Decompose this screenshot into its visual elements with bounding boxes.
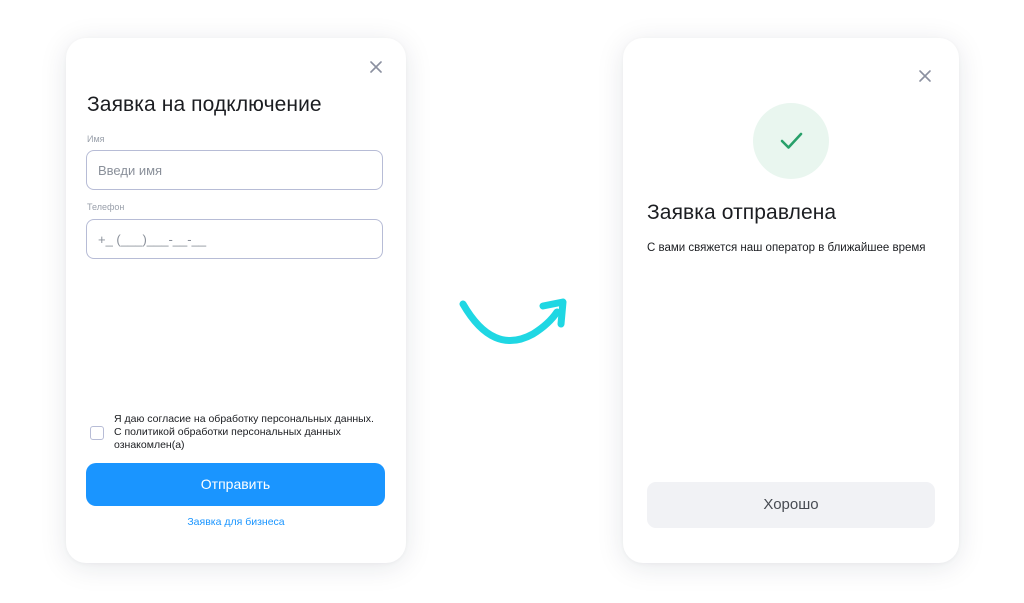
form-title: Заявка на подключение	[87, 93, 322, 116]
request-form-card: Заявка на подключение Имя Телефон Я даю …	[66, 38, 406, 563]
success-message: С вами свяжется наш оператор в ближайшее…	[647, 242, 926, 254]
phone-field-wrapper	[86, 219, 383, 259]
success-title: Заявка отправлена	[647, 201, 837, 224]
consent-checkbox[interactable]	[90, 426, 104, 440]
name-input[interactable]	[87, 151, 382, 189]
business-request-link[interactable]: Заявка для бизнеса	[66, 516, 406, 528]
phone-label: Телефон	[87, 202, 125, 212]
close-icon[interactable]	[917, 68, 933, 84]
checkmark-icon	[780, 132, 803, 149]
success-status-circle	[753, 103, 829, 179]
name-field-wrapper	[86, 150, 383, 190]
curved-arrow-icon	[459, 298, 567, 345]
phone-input[interactable]	[87, 220, 382, 258]
submit-button[interactable]: Отправить	[86, 463, 385, 506]
success-card: Заявка отправлена С вами свяжется наш оп…	[623, 38, 959, 563]
ok-button[interactable]: Хорошо	[647, 482, 935, 528]
name-label: Имя	[87, 134, 105, 144]
consent-text: Я даю согласие на обработку персональных…	[114, 413, 374, 451]
close-icon[interactable]	[368, 59, 384, 75]
